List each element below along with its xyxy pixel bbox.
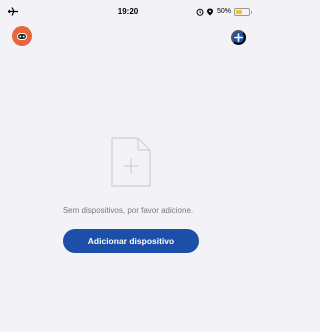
add-device-icon-button[interactable] <box>231 30 246 45</box>
battery-percent: 50% <box>216 8 231 15</box>
plus-icon <box>234 33 243 42</box>
battery-fill <box>236 9 242 14</box>
status-right-group: 50% <box>196 7 252 16</box>
add-document-icon <box>111 137 151 187</box>
location-icon <box>206 8 213 15</box>
add-device-button[interactable]: Adicionar dispositivo <box>63 229 199 253</box>
empty-state-message: Sem dispositivos, por favor adicione. <box>62 206 194 215</box>
robot-face-icon <box>17 33 27 40</box>
status-bar: 19:20 50% <box>0 0 256 22</box>
robot-avatar-icon[interactable] <box>12 26 32 46</box>
alarm-icon <box>196 8 204 16</box>
battery-icon <box>234 7 252 16</box>
